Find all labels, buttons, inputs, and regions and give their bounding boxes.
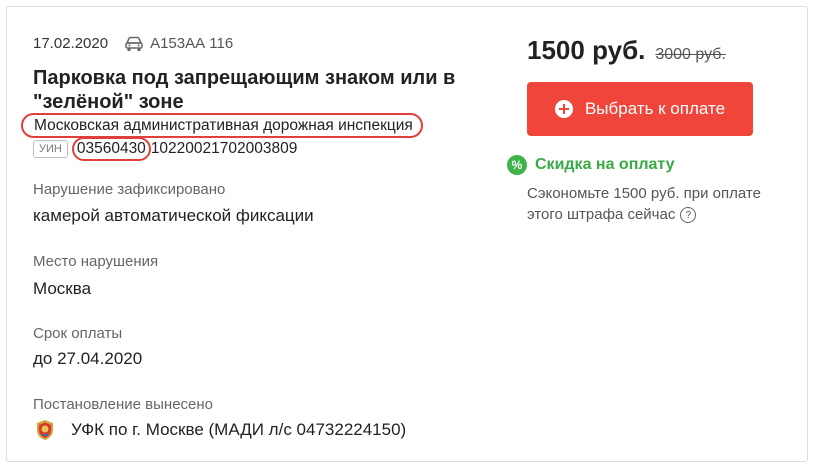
discount-header: % Скидка на оплату [507,155,675,175]
recorded-label: Нарушение зафиксировано [33,181,226,198]
select-to-pay-label: Выбрать к оплате [584,99,726,118]
issued-value: УФК по г. Москве (МАДИ л/с 04732224150) [71,420,407,439]
place-label: Место нарушения [33,253,159,270]
help-circle-icon[interactable]: ? [680,207,697,224]
deadline-label: Срок оплаты [33,325,123,342]
discount-description: Сэкономьте 1500 руб. при оплате этого шт… [527,183,767,225]
uin-badge: УИН [33,140,68,158]
issuer-row: УФК по г. Москве (МАДИ л/с 04732224150) [33,418,406,442]
percent-badge-icon: % [507,155,527,175]
fine-date: 17.02.2020 [33,35,109,52]
deadline-value: до 27.04.2020 [33,349,143,368]
old-price: 3000 руб. [655,46,726,63]
uin-prefix: 03560430 [71,137,151,161]
fine-card: 17.02.2020 А153АА 116 Парковка под запре… [6,6,808,462]
place-value: Москва [33,279,92,298]
plus-circle-icon [554,100,573,118]
fine-title: Парковка под запрещающим знаком или в "з… [33,67,456,113]
uin-row: УИН 03560430 10220021702003809 [33,137,297,161]
car-icon [125,36,143,51]
license-plate: А153АА 116 [150,35,234,52]
current-price: 1500 руб. [527,35,646,65]
fine-meta: 17.02.2020 А153АА 116 [33,35,233,52]
price-row: 1500 руб. 3000 руб. [527,35,726,66]
discount-title: Скидка на оплату [535,156,675,173]
select-to-pay-button[interactable]: Выбрать к оплате [527,82,753,136]
issued-label: Постановление вынесено [33,396,214,413]
recorded-value: камерой автоматической фиксации [33,206,314,225]
uin-suffix: 10220021702003809 [150,140,298,157]
authority-name: Московская административная дорожная инс… [21,113,423,138]
discount-text: Сэкономьте 1500 руб. при оплате этого шт… [527,185,761,223]
moscow-emblem-icon [37,420,53,440]
